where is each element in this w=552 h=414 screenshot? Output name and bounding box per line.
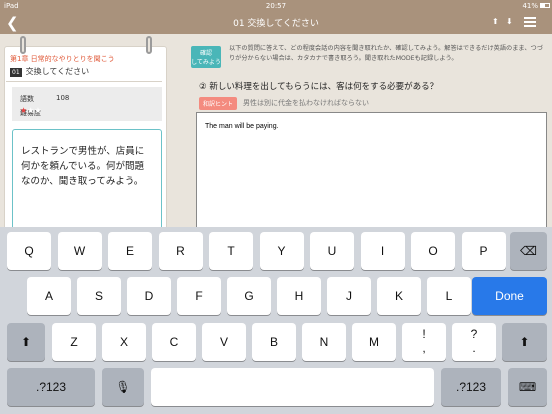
key-exclaim-comma[interactable]: !, <box>402 323 446 361</box>
word-count-label: 語数 <box>20 95 34 103</box>
key-j[interactable]: J <box>327 277 371 315</box>
answer-textarea[interactable]: The man will be paying. <box>196 112 547 232</box>
page-title: 01 交換してください <box>233 19 319 29</box>
key-k[interactable]: K <box>377 277 421 315</box>
clock: 20:57 <box>265 2 287 10</box>
check-badge: 確認 してみよう <box>191 46 221 68</box>
divider <box>6 81 162 82</box>
instructions-text: 以下の質問に答えて、どの程度会話の内容を聞き取れたか、確認してみよう。解答はでき… <box>229 45 543 62</box>
key-q[interactable]: Q <box>7 232 51 270</box>
battery-percent: 41% <box>522 2 538 10</box>
hide-keyboard-icon[interactable]: ⌨ <box>508 368 547 406</box>
hint-badge[interactable]: 和訳ヒント <box>199 97 238 110</box>
key-m[interactable]: M <box>352 323 396 361</box>
onscreen-keyboard: Q W E R T Y U I O P ⌫ A S D F G H J K L Done ⬆ Z X C V B N M!,?. ⬆ .?1… <box>0 227 552 414</box>
lesson-title: 交換してください <box>25 67 90 76</box>
key-h[interactable]: H <box>277 277 321 315</box>
binder-ring-icon <box>146 36 152 54</box>
key-g[interactable]: G <box>227 277 271 315</box>
key-a[interactable]: A <box>27 277 71 315</box>
lesson-heading: 01 交換してください <box>10 66 89 77</box>
difficulty-stars: ★★★ <box>20 106 42 115</box>
key-f[interactable]: F <box>177 277 221 315</box>
key-c[interactable]: C <box>152 323 196 361</box>
key-d[interactable]: D <box>127 277 171 315</box>
battery-icon <box>540 3 550 8</box>
word-count-value: 108 <box>56 94 70 102</box>
chapter-title: 第1章 日常的なやりとりを聞こう <box>10 55 115 63</box>
answer-value: The man will be paying. <box>205 123 279 130</box>
nav-bar: ❮ 01 交換してください ⬆ ⬇ <box>0 12 552 34</box>
key-b[interactable]: B <box>252 323 296 361</box>
key-y[interactable]: Y <box>259 232 304 270</box>
key-z[interactable]: Z <box>52 323 96 361</box>
menu-icon[interactable] <box>524 17 536 27</box>
key-x[interactable]: X <box>102 323 146 361</box>
key-v[interactable]: V <box>202 323 246 361</box>
hint-text: 男性は別に代金を払わなければならない <box>243 99 369 107</box>
key-t[interactable]: T <box>209 232 253 270</box>
shift-key-icon[interactable]: ⬆ <box>502 323 547 361</box>
key-i[interactable]: I <box>360 232 405 270</box>
key-e[interactable]: E <box>108 232 152 270</box>
question-text: ② 新しい料理を出してもらうには、客は何をする必要がある？ <box>199 82 439 92</box>
scenario-text: レストランで男性が、店員に何かを頼んでいる。何が問題なのか、聞き取ってみよう。 <box>12 129 162 241</box>
lesson-number: 01 <box>10 68 22 77</box>
space-bar[interactable] <box>151 368 434 406</box>
key-s[interactable]: S <box>77 277 121 315</box>
key-r[interactable]: R <box>158 232 203 270</box>
key-l[interactable]: L <box>427 277 471 315</box>
binder-ring-icon <box>20 36 26 54</box>
arrow-down-icon[interactable]: ⬇ <box>506 17 513 26</box>
key-question-period[interactable]: ?. <box>452 323 496 361</box>
delete-key-icon[interactable]: ⌫ <box>510 232 547 270</box>
star-empty-icon: ★ <box>34 106 42 115</box>
shift-key-icon[interactable]: ⬆ <box>7 323 45 361</box>
numbers-key[interactable]: .?123 <box>441 368 501 406</box>
lesson-info: 語数 108 難易度 ★★★ <box>12 87 162 121</box>
done-button[interactable]: Done <box>472 277 547 315</box>
key-u[interactable]: U <box>310 232 354 270</box>
numbers-key[interactable]: .?123 <box>7 368 95 406</box>
status-bar: iPad 20:57 41% <box>0 0 552 12</box>
microphone-icon[interactable]: 🎙 <box>102 368 144 406</box>
key-n[interactable]: N <box>302 323 346 361</box>
key-w[interactable]: W <box>57 232 102 270</box>
arrow-up-icon[interactable]: ⬆ <box>492 17 499 26</box>
key-o[interactable]: O <box>411 232 455 270</box>
key-p[interactable]: P <box>461 232 506 270</box>
